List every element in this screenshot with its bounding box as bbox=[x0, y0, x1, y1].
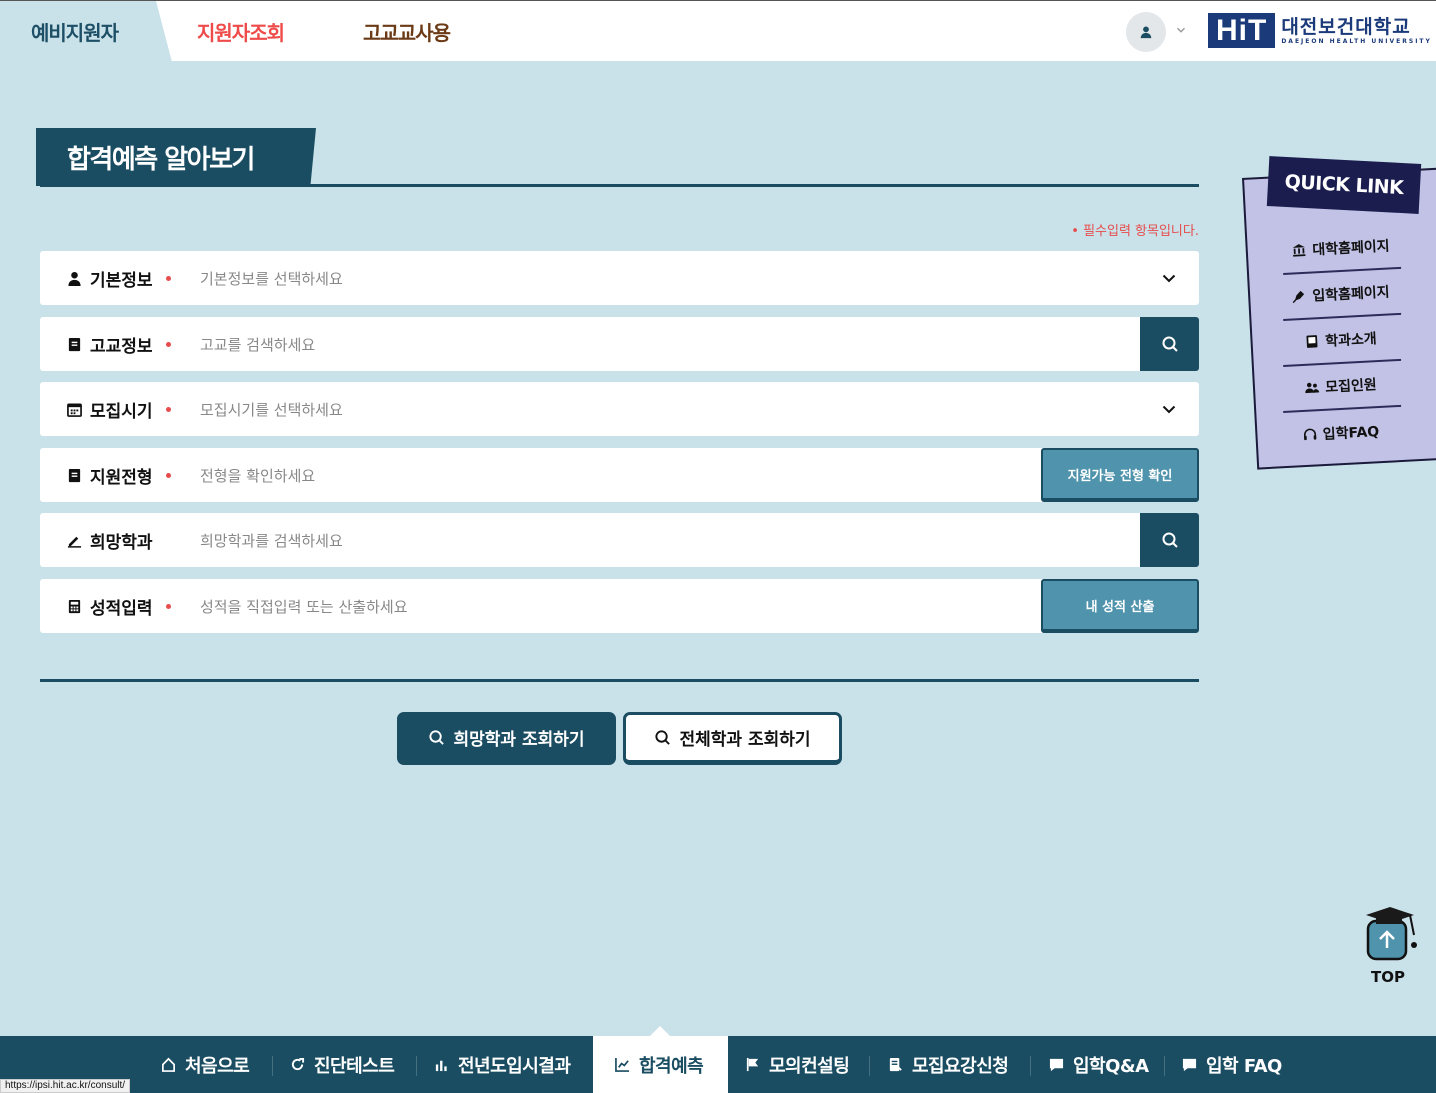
search-desired-major-button[interactable]: 희망학과 조회하기 bbox=[397, 712, 616, 765]
bar-chart-icon bbox=[435, 1060, 447, 1072]
quicklink-list: 대학홈페이지 입학홈페이지 학과소개 모집인원 입학FAQ bbox=[1280, 222, 1402, 459]
page-title-box: 합격예측 알아보기 bbox=[36, 128, 316, 186]
quicklink-recruitment-count[interactable]: 모집인원 bbox=[1280, 360, 1402, 414]
calculate-grades-button[interactable]: 내 성적 산출 bbox=[1041, 579, 1199, 633]
field-label: 고교정보 bbox=[90, 336, 153, 357]
quicklink-department-intro[interactable]: 학과소개 bbox=[1280, 314, 1402, 368]
nav-previous-results[interactable]: 전년도입시결과 bbox=[434, 1036, 571, 1093]
home-icon bbox=[162, 1057, 175, 1072]
desired-major-search-button[interactable] bbox=[1140, 513, 1199, 567]
users-icon bbox=[1305, 382, 1320, 394]
pen-nib-icon bbox=[1293, 290, 1305, 304]
nav-guidebook-request[interactable]: 모집요강신청 bbox=[888, 1036, 1009, 1093]
required-dot bbox=[166, 603, 171, 609]
nav-separator bbox=[272, 1056, 273, 1076]
form-row-grades[interactable]: 성적입력 성적을 직접입력 또는 산출하세요 내 성적 산출 bbox=[40, 579, 1199, 633]
flag-icon bbox=[746, 1057, 759, 1072]
chevron-down-icon[interactable] bbox=[1174, 23, 1188, 37]
nav-mock-consulting[interactable]: 모의컨설팅 bbox=[745, 1036, 850, 1093]
quicklink-title: QUICK LINK bbox=[1266, 156, 1422, 214]
user-icon bbox=[68, 271, 81, 286]
form-row-desired-major[interactable]: 희망학과 희망학과를 검색하세요 bbox=[40, 513, 1199, 567]
logo-mark: HiT bbox=[1208, 13, 1276, 48]
refresh-icon bbox=[291, 1057, 305, 1071]
nav-admission-faq[interactable]: 입학 FAQ bbox=[1182, 1036, 1282, 1093]
nav-pass-prediction[interactable]: 합격예측 bbox=[615, 1036, 704, 1093]
active-indicator bbox=[650, 1026, 670, 1036]
form-row-basic-info[interactable]: 기본정보 기본정보를 선택하세요 bbox=[40, 251, 1199, 305]
document-icon bbox=[889, 1057, 902, 1072]
university-icon bbox=[1293, 244, 1306, 257]
required-dot bbox=[166, 275, 171, 281]
field-label: 희망학과 bbox=[90, 532, 153, 553]
logo-korean-name: 대전보건대학교 bbox=[1281, 16, 1411, 38]
tab-highschool-teacher[interactable]: 고교교사용 bbox=[363, 17, 451, 46]
nav-separator bbox=[416, 1056, 417, 1076]
chevron-down-icon[interactable] bbox=[1161, 401, 1177, 417]
form-divider bbox=[40, 679, 1199, 682]
grades-input[interactable]: 성적을 직접입력 또는 산출하세요 bbox=[200, 596, 408, 617]
admission-type-input[interactable]: 전형을 확인하세요 bbox=[200, 465, 315, 486]
book-icon bbox=[1306, 335, 1318, 348]
search-icon bbox=[655, 730, 671, 745]
calendar-icon bbox=[67, 403, 82, 417]
form-row-recruit-period[interactable]: 모집시기 모집시기를 선택하세요 bbox=[40, 382, 1199, 436]
recruit-period-select[interactable]: 모집시기를 선택하세요 bbox=[200, 399, 343, 420]
top-label: TOP bbox=[1371, 968, 1405, 986]
field-label: 지원전형 bbox=[90, 467, 153, 488]
quicklink-university-homepage[interactable]: 대학홈페이지 bbox=[1280, 222, 1402, 276]
form-row-highschool[interactable]: 고교정보 고교를 검색하세요 bbox=[40, 317, 1199, 371]
field-label: 성적입력 bbox=[90, 598, 153, 619]
quicklink-admission-homepage[interactable]: 입학홈페이지 bbox=[1280, 268, 1402, 322]
nav-separator bbox=[869, 1056, 870, 1076]
search-icon bbox=[1162, 532, 1178, 548]
button-label: 희망학과 조회하기 bbox=[453, 730, 585, 750]
search-icon bbox=[1162, 336, 1178, 352]
tab-applicant-lookup[interactable]: 지원자조회 bbox=[197, 17, 285, 46]
basic-info-select[interactable]: 기본정보를 선택하세요 bbox=[200, 268, 343, 289]
highschool-search-input[interactable]: 고교를 검색하세요 bbox=[200, 334, 315, 355]
field-label: 기본정보 bbox=[90, 270, 153, 291]
required-dot bbox=[166, 472, 171, 478]
tab-prospective-applicant[interactable]: 예비지원자 bbox=[31, 17, 119, 46]
button-label: 전체학과 조회하기 bbox=[679, 730, 811, 750]
user-icon bbox=[1140, 26, 1152, 39]
user-menu-button[interactable] bbox=[1126, 12, 1166, 52]
check-available-types-button[interactable]: 지원가능 전형 확인 bbox=[1041, 448, 1199, 502]
page-title: 합격예측 알아보기 bbox=[67, 144, 255, 175]
university-logo[interactable]: HiT 대전보건대학교 DAEJEON HEALTH UNIVERSITY bbox=[1208, 13, 1432, 48]
pencil-icon bbox=[67, 536, 82, 548]
nav-separator bbox=[1164, 1056, 1165, 1076]
required-note: • 필수입력 항목입니다. bbox=[1071, 224, 1199, 239]
nav-separator bbox=[1030, 1056, 1031, 1076]
title-divider bbox=[40, 184, 1199, 187]
desired-major-search-input[interactable]: 희망학과를 검색하세요 bbox=[200, 530, 343, 551]
chevron-down-icon[interactable] bbox=[1161, 270, 1177, 286]
required-dot bbox=[166, 406, 171, 412]
quicklink-admission-faq[interactable]: 입학FAQ bbox=[1281, 407, 1401, 459]
status-bar-url: https://ipsi.hit.ac.kr/consult/ bbox=[0, 1079, 131, 1093]
highschool-search-button[interactable] bbox=[1140, 317, 1199, 371]
calculator-icon bbox=[68, 599, 81, 613]
search-all-majors-button[interactable]: 전체학과 조회하기 bbox=[623, 712, 842, 765]
headset-icon bbox=[1303, 428, 1317, 441]
form-row-admission-type[interactable]: 지원전형 전형을 확인하세요 지원가능 전형 확인 bbox=[40, 448, 1199, 502]
book-icon bbox=[68, 337, 81, 351]
field-label: 모집시기 bbox=[90, 401, 153, 422]
chat-icon bbox=[1049, 1058, 1064, 1072]
top-navigation: 예비지원자 지원자조회 고교교사용 HiT 대전보건대학교 DAEJEON HE… bbox=[0, 0, 1436, 62]
line-chart-icon bbox=[615, 1057, 630, 1072]
logo-english-name: DAEJEON HEALTH UNIVERSITY bbox=[1281, 38, 1432, 45]
nav-diagnostic-test[interactable]: 진단테스트 bbox=[290, 1036, 395, 1093]
required-dot bbox=[166, 341, 171, 347]
nav-home[interactable]: 처음으로 bbox=[161, 1036, 250, 1093]
search-icon bbox=[429, 730, 445, 745]
nav-admission-qna[interactable]: 입학Q&A bbox=[1049, 1036, 1149, 1093]
book-icon bbox=[68, 468, 81, 482]
chat-icon bbox=[1182, 1058, 1197, 1072]
